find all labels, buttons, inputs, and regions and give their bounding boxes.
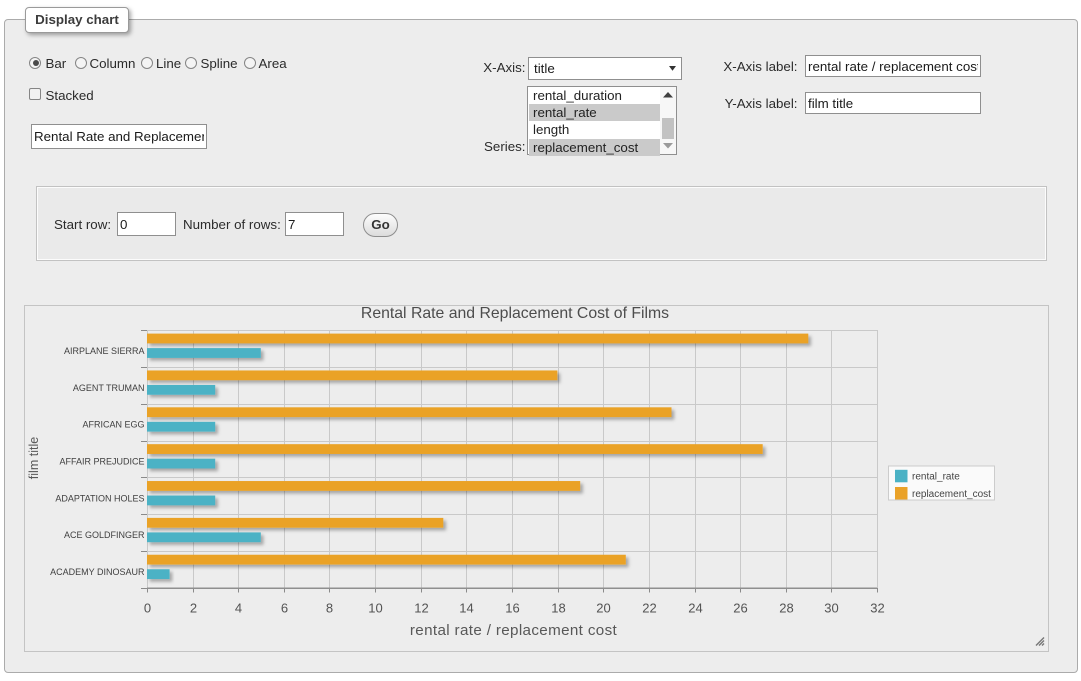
svg-text:Rental Rate and Replacement Co: Rental Rate and Replacement Cost of Film… <box>361 306 669 322</box>
svg-text:28: 28 <box>779 601 793 616</box>
svg-text:10: 10 <box>368 601 382 616</box>
svg-text:AFFAIR PREJUDICE: AFFAIR PREJUDICE <box>59 457 144 467</box>
svg-text:12: 12 <box>414 601 428 616</box>
svg-text:30: 30 <box>824 601 838 616</box>
svg-text:18: 18 <box>551 601 565 616</box>
svg-text:16: 16 <box>505 601 519 616</box>
svg-text:ACADEMY DINOSAUR: ACADEMY DINOSAUR <box>50 567 145 577</box>
svg-text:26: 26 <box>733 601 747 616</box>
svg-text:replacement_cost: replacement_cost <box>912 489 991 500</box>
svg-text:24: 24 <box>688 601 702 616</box>
svg-text:4: 4 <box>235 601 242 616</box>
svg-text:14: 14 <box>459 601 473 616</box>
svg-text:AIRPLANE SIERRA: AIRPLANE SIERRA <box>64 346 145 356</box>
svg-text:32: 32 <box>870 601 884 616</box>
svg-text:film title: film title <box>27 437 41 479</box>
svg-text:AGENT TRUMAN: AGENT TRUMAN <box>73 383 145 393</box>
svg-text:rental rate / replacement cost: rental rate / replacement cost <box>410 622 618 639</box>
svg-text:0: 0 <box>144 601 151 616</box>
svg-text:ADAPTATION HOLES: ADAPTATION HOLES <box>55 493 144 503</box>
svg-text:6: 6 <box>281 601 288 616</box>
svg-text:AFRICAN EGG: AFRICAN EGG <box>82 420 144 430</box>
svg-text:2: 2 <box>190 601 197 616</box>
svg-text:22: 22 <box>642 601 656 616</box>
svg-text:8: 8 <box>326 601 333 616</box>
svg-text:20: 20 <box>596 601 610 616</box>
svg-text:rental_rate: rental_rate <box>912 472 960 483</box>
svg-text:ACE GOLDFINGER: ACE GOLDFINGER <box>64 530 145 540</box>
